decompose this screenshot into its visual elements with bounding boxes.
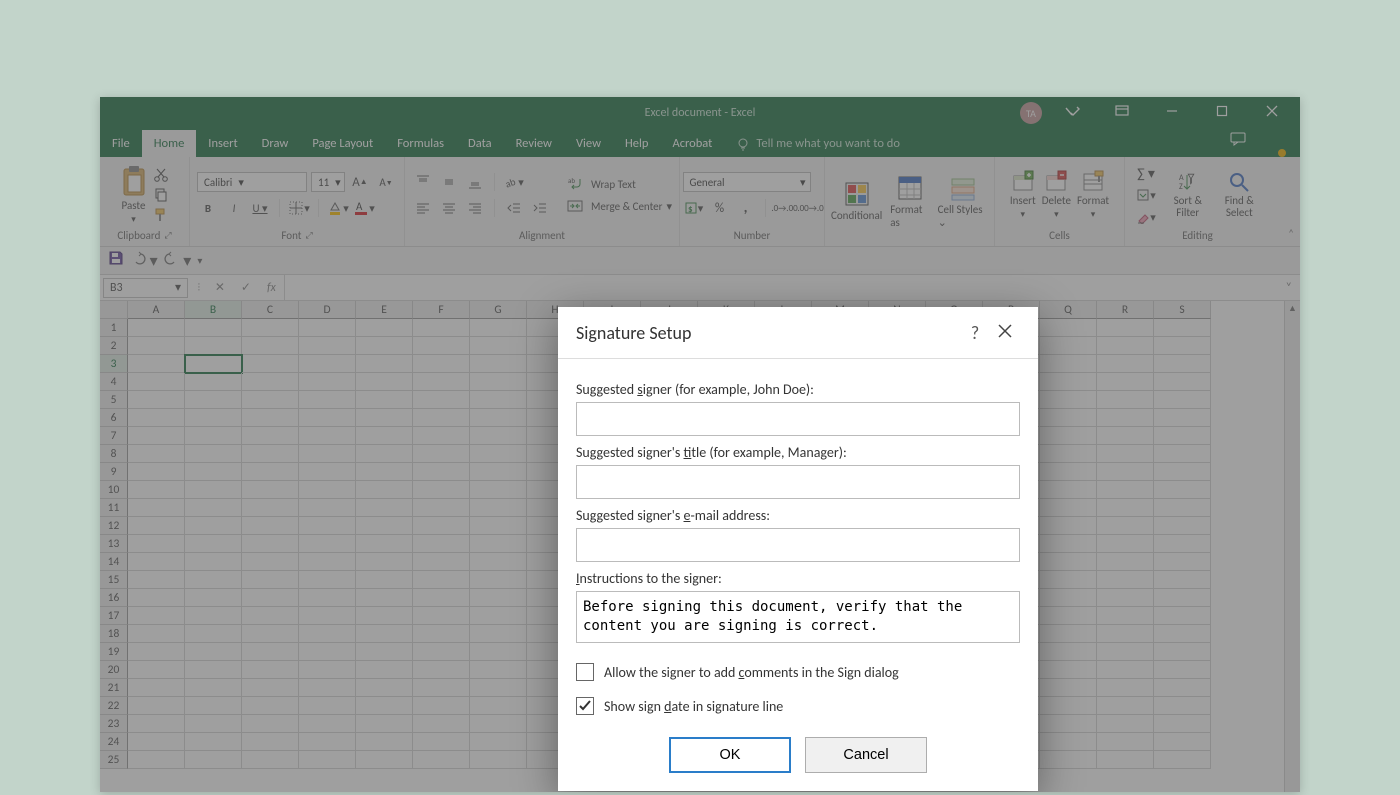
allow-comments-checkbox[interactable] (576, 663, 594, 681)
excel-window: Excel document - Excel TA FileHomeInsert… (100, 97, 1300, 792)
allow-comments-label: Allow the signer to add comments in the … (604, 664, 899, 681)
signer-email-label: Suggested signer's e-mail address: (576, 507, 1020, 524)
ok-button[interactable]: OK (669, 737, 791, 773)
dialog-title: Signature Setup (576, 322, 691, 344)
instructions-input[interactable] (576, 591, 1020, 643)
help-icon[interactable]: ? (960, 322, 990, 344)
signer-title-label: Suggested signer's title (for example, M… (576, 444, 1020, 461)
signer-title-input[interactable] (576, 465, 1020, 499)
show-sign-date-label: Show sign date in signature line (604, 698, 783, 715)
cancel-button[interactable]: Cancel (805, 737, 927, 773)
instructions-label: Instructions to the signer: (576, 570, 1020, 587)
signer-input[interactable] (576, 402, 1020, 436)
close-dialog-icon[interactable] (990, 322, 1020, 344)
show-sign-date-checkbox[interactable] (576, 697, 594, 715)
signature-setup-dialog: Signature Setup ? Suggested signer (for … (558, 307, 1038, 791)
signer-label: Suggested signer (for example, John Doe)… (576, 381, 1020, 398)
signer-email-input[interactable] (576, 528, 1020, 562)
